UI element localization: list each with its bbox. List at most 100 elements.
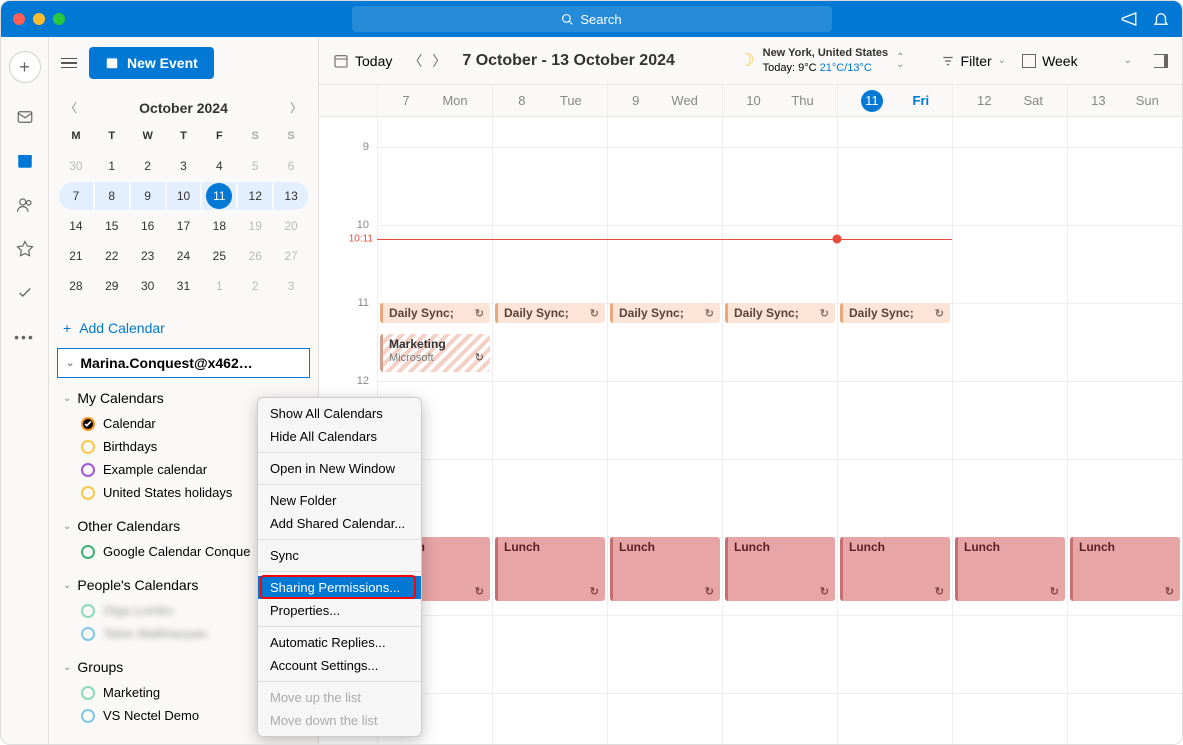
window-zoom[interactable] <box>53 13 65 25</box>
event-lunch[interactable]: Lunch↻ <box>1070 537 1180 601</box>
event-lunch[interactable]: Lunch↻ <box>610 537 720 601</box>
day-column[interactable]: Daily Sync;↻ Lunch↻ <box>837 117 952 744</box>
mini-cal-day[interactable]: 16 <box>134 212 162 240</box>
mini-cal-day[interactable]: 2 <box>241 272 269 300</box>
menu-item[interactable]: Sync <box>258 544 421 567</box>
event-lunch[interactable]: Lunch↻ <box>495 537 605 601</box>
bell-icon[interactable] <box>1152 10 1170 28</box>
day-column-header[interactable]: 10Thu <box>722 85 837 116</box>
star-icon[interactable] <box>15 239 35 259</box>
day-column[interactable]: Daily Sync;↻ Lunch↻ <box>722 117 837 744</box>
mini-cal-day[interactable]: 7 <box>59 182 93 210</box>
mini-cal-day[interactable]: 24 <box>169 242 197 270</box>
people-icon[interactable] <box>15 195 35 215</box>
menu-item[interactable]: Properties... <box>258 599 421 622</box>
event-daily-sync[interactable]: Daily Sync;↻ <box>725 303 835 323</box>
menu-item[interactable]: Add Shared Calendar... <box>258 512 421 535</box>
menu-item[interactable]: Account Settings... <box>258 654 421 677</box>
mini-cal-day[interactable]: 25 <box>205 242 233 270</box>
day-column-header[interactable]: 13Sun <box>1067 85 1182 116</box>
event-daily-sync[interactable]: Daily Sync;↻ <box>840 303 950 323</box>
menu-item[interactable]: Sharing Permissions... <box>258 576 421 599</box>
day-column[interactable]: Daily Sync;↻ Lunch↻ <box>607 117 722 744</box>
weather-widget[interactable]: ☽ New York, United States Today: 9°C 21°… <box>738 46 904 75</box>
mini-cal-day[interactable]: 26 <box>241 242 269 270</box>
next-week-button[interactable]: 〉 <box>432 51 446 71</box>
day-column-header[interactable]: 8Tue <box>492 85 607 116</box>
event-lunch[interactable]: Lunch↻ <box>725 537 835 601</box>
event-marketing[interactable]: MarketingMicrosoft↻ <box>380 334 490 372</box>
view-button[interactable]: Week ⌄ <box>1022 53 1132 69</box>
mini-cal-day[interactable]: 14 <box>62 212 90 240</box>
day-column-header[interactable]: 11Fri <box>837 85 952 116</box>
event-daily-sync[interactable]: Daily Sync;↻ <box>380 303 490 323</box>
menu-item[interactable]: Open in New Window <box>258 457 421 480</box>
add-calendar-button[interactable]: + Add Calendar <box>49 310 318 346</box>
day-column-header[interactable]: 9Wed <box>607 85 722 116</box>
mini-cal-day[interactable]: 30 <box>134 272 162 300</box>
mini-cal-day[interactable]: 20 <box>277 212 305 240</box>
mini-cal-prev[interactable]: 〈 <box>65 99 77 116</box>
mini-cal-day[interactable]: 10 <box>167 182 201 210</box>
mini-cal-day[interactable]: 1 <box>98 152 126 180</box>
mini-cal-day[interactable]: 17 <box>169 212 197 240</box>
mini-cal-day[interactable]: 1 <box>205 272 233 300</box>
day-column-header[interactable]: 7Mon <box>377 85 492 116</box>
day-column[interactable]: Lunch↻ <box>1067 117 1182 744</box>
hamburger-icon[interactable] <box>61 58 77 69</box>
more-icon[interactable]: ••• <box>15 327 35 347</box>
calendar-icon[interactable] <box>15 151 35 171</box>
menu-item[interactable]: Automatic Replies... <box>258 631 421 654</box>
mini-cal-day[interactable]: 5 <box>241 152 269 180</box>
mini-cal-day[interactable]: 2 <box>134 152 162 180</box>
chevron-down-icon: ⌄ <box>63 662 71 673</box>
mini-cal-day[interactable]: 19 <box>241 212 269 240</box>
window-close[interactable] <box>13 13 25 25</box>
mini-cal-day[interactable]: 23 <box>134 242 162 270</box>
calendar-grid[interactable]: 910111213141510:11 Daily Sync;↻Marketing… <box>319 117 1182 744</box>
mini-cal-day[interactable]: 6 <box>277 152 305 180</box>
split-view-icon[interactable] <box>1154 54 1168 68</box>
filter-button[interactable]: Filter ⌄ <box>941 53 1007 69</box>
mini-cal-day[interactable]: 27 <box>277 242 305 270</box>
mini-cal-day[interactable]: 28 <box>62 272 90 300</box>
event-lunch[interactable]: Lunch↻ <box>840 537 950 601</box>
day-column[interactable]: Lunch↻ <box>952 117 1067 744</box>
megaphone-icon[interactable] <box>1120 10 1138 28</box>
mini-cal-day[interactable]: 31 <box>169 272 197 300</box>
menu-item[interactable]: New Folder <box>258 489 421 512</box>
mail-icon[interactable] <box>15 107 35 127</box>
mini-cal-day[interactable]: 11 <box>202 182 236 210</box>
mini-cal-day[interactable]: 22 <box>98 242 126 270</box>
new-event-button[interactable]: New Event <box>89 47 214 79</box>
mini-cal-day[interactable]: 21 <box>62 242 90 270</box>
mini-cal-day[interactable]: 3 <box>169 152 197 180</box>
prev-week-button[interactable]: 〈 <box>408 51 422 71</box>
menu-item[interactable]: Show All Calendars <box>258 402 421 425</box>
account-row[interactable]: ⌄ Marina.Conquest@x462… <box>57 348 310 378</box>
window-minimize[interactable] <box>33 13 45 25</box>
mini-cal-title: October 2024 <box>139 100 228 116</box>
mini-cal-day[interactable]: 15 <box>98 212 126 240</box>
mini-cal-day[interactable]: 3 <box>277 272 305 300</box>
todo-icon[interactable] <box>15 283 35 303</box>
day-column[interactable]: Daily Sync;↻ Lunch↻ <box>492 117 607 744</box>
event-daily-sync[interactable]: Daily Sync;↻ <box>495 303 605 323</box>
day-column-header[interactable]: 12Sat <box>952 85 1067 116</box>
mini-cal-day[interactable]: 9 <box>131 182 165 210</box>
mini-cal-day[interactable]: 13 <box>274 182 308 210</box>
plus-icon: + <box>63 320 71 336</box>
mini-cal-day[interactable]: 4 <box>205 152 233 180</box>
rail-new-button[interactable]: + <box>9 51 41 83</box>
menu-item[interactable]: Hide All Calendars <box>258 425 421 448</box>
mini-cal-day[interactable]: 18 <box>205 212 233 240</box>
mini-cal-next[interactable]: 〉 <box>290 99 302 116</box>
mini-cal-day[interactable]: 30 <box>62 152 90 180</box>
mini-cal-day[interactable]: 8 <box>95 182 129 210</box>
today-button[interactable]: Today <box>333 53 392 69</box>
search-input[interactable]: Search <box>352 6 832 32</box>
event-lunch[interactable]: Lunch↻ <box>955 537 1065 601</box>
mini-cal-day[interactable]: 12 <box>238 182 272 210</box>
event-daily-sync[interactable]: Daily Sync;↻ <box>610 303 720 323</box>
mini-cal-day[interactable]: 29 <box>98 272 126 300</box>
